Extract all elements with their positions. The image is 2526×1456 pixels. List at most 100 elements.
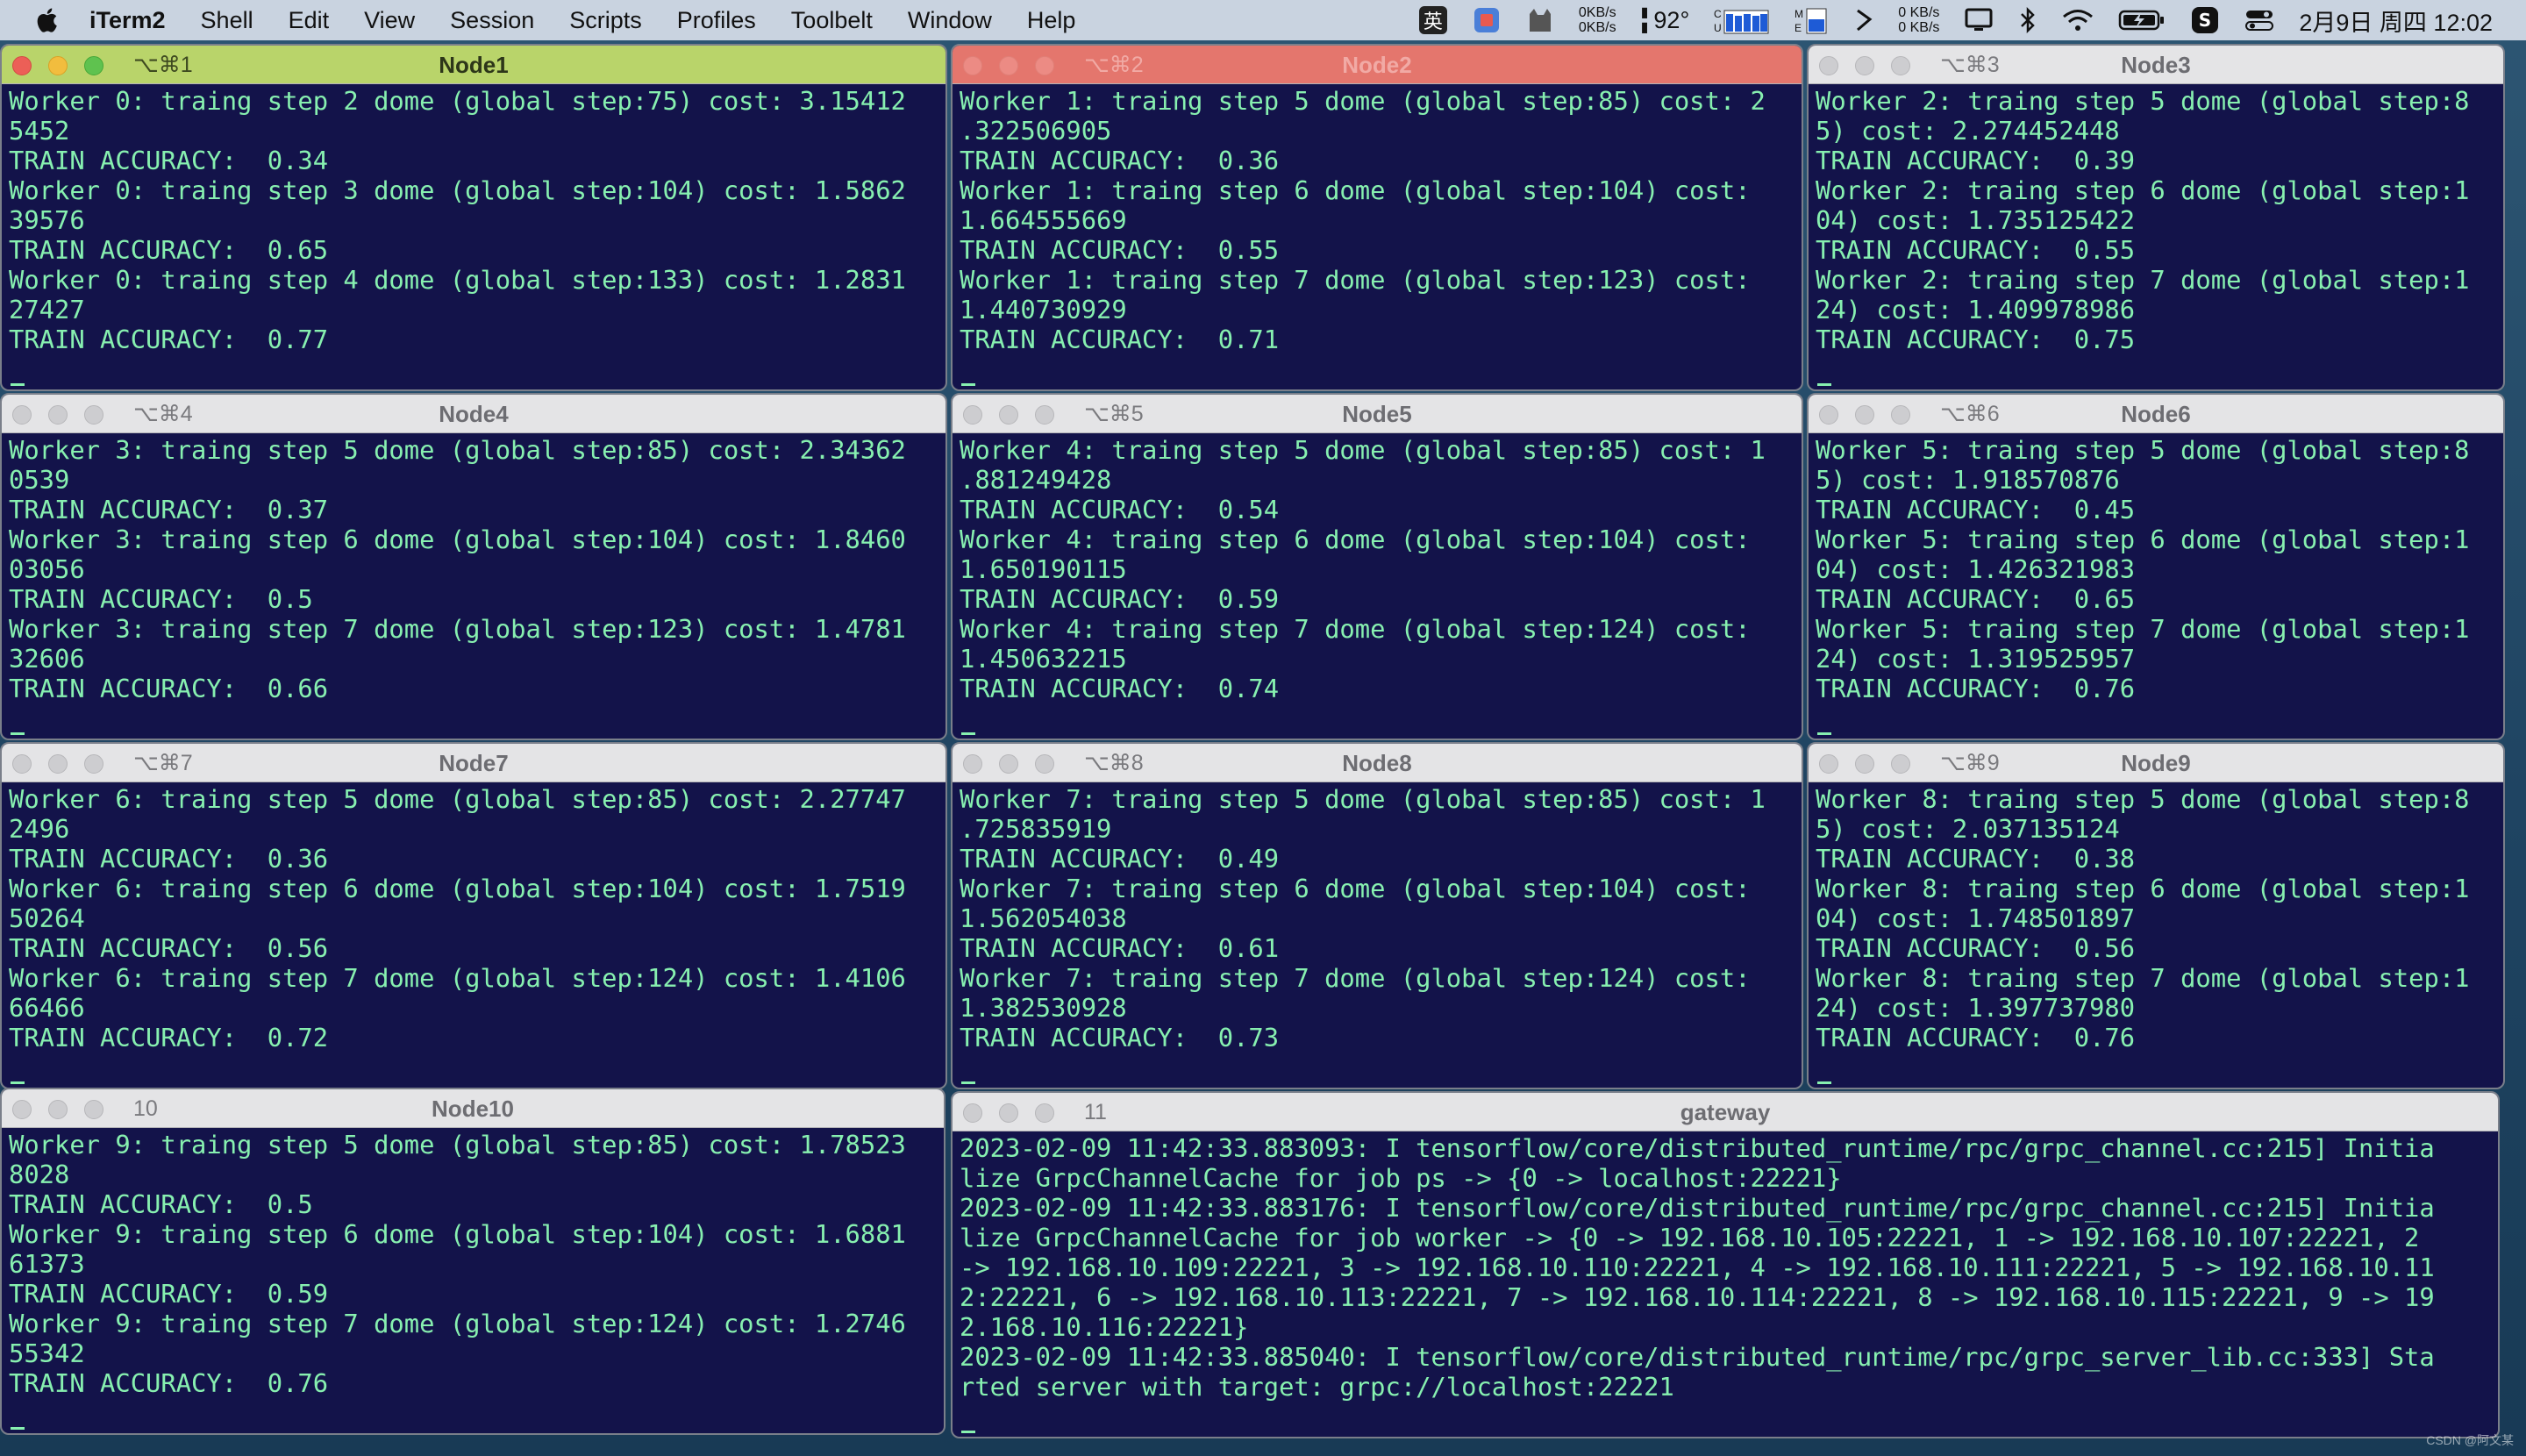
- menu-session[interactable]: Session: [450, 7, 534, 34]
- terminal-output[interactable]: 2023-02-09 11:42:33.883093: I tensorflow…: [953, 1131, 2498, 1402]
- pane-title: Node6: [2121, 401, 2191, 427]
- terminal-line: Worker 3: traing step 5 dome (global ste…: [9, 435, 906, 465]
- pane-title: Node2: [1342, 52, 1412, 78]
- cat-icon[interactable]: [1526, 0, 1554, 40]
- terminal-line: 24) cost: 1.409978986: [1816, 295, 2136, 325]
- pane-titlebar[interactable]: ⌥⌘3 Node3: [1809, 46, 2503, 84]
- cpu-graph-icon[interactable]: CU: [1714, 0, 1770, 40]
- network-speed-monitor[interactable]: 0KB/s 0KB/s: [1579, 0, 1616, 40]
- svg-text:M: M: [1795, 8, 1803, 20]
- terminal-output[interactable]: Worker 7: traing step 5 dome (global ste…: [953, 782, 1802, 1053]
- menu-view[interactable]: View: [364, 7, 415, 34]
- pane-titlebar[interactable]: ⌥⌘9 Node9: [1809, 744, 2503, 782]
- terminal-line: 0539: [9, 465, 70, 495]
- terminal-line: 5) cost: 2.037135124: [1816, 814, 2120, 844]
- terminal-pane-7[interactable]: ⌥⌘7 Node7 Worker 6: traing step 5 dome (gl…: [0, 742, 947, 1089]
- terminal-pane-8[interactable]: ⌥⌘8 Node8 Worker 7: traing step 5 dome (gl…: [951, 742, 1803, 1089]
- terminal-line: Worker 7: traing step 6 dome (global ste…: [960, 874, 1751, 903]
- terminal-pane-4[interactable]: ⌥⌘4 Node4 Worker 3: traing step 5 dome (gl…: [0, 393, 947, 740]
- pane-titlebar[interactable]: ⌥⌘2 Node2: [953, 46, 1802, 84]
- input-method-icon[interactable]: 英: [1418, 0, 1447, 40]
- terminal-line: 8028: [9, 1160, 70, 1189]
- terminal-line: 5) cost: 2.274452448: [1816, 116, 2120, 146]
- terminal-line: TRAIN ACCURACY: 0.39: [1816, 146, 2136, 175]
- pane-titlebar[interactable]: ⌥⌘5 Node5: [953, 395, 1802, 433]
- terminal-output[interactable]: Worker 4: traing step 5 dome (global ste…: [953, 433, 1802, 703]
- pane-titlebar[interactable]: ⌥⌘4 Node4: [2, 395, 945, 433]
- terminal-line: 2496: [9, 814, 70, 844]
- bluetooth-icon[interactable]: [2018, 0, 2037, 40]
- pane-titlebar[interactable]: 11 gateway: [953, 1093, 2498, 1131]
- terminal-pane-1[interactable]: ⌥⌘1 Node1 Worker 0: traing step 2 dome (gl…: [0, 44, 947, 391]
- terminal-pane-11[interactable]: 11 gateway 2023-02-09 11:42:33.883093: I t…: [951, 1091, 2500, 1438]
- terminal-line: Worker 6: traing step 7 dome (global ste…: [9, 963, 906, 993]
- terminal-output[interactable]: Worker 0: traing step 2 dome (global ste…: [2, 84, 945, 354]
- terminal-pane-9[interactable]: ⌥⌘9 Node9 Worker 8: traing step 5 dome (gl…: [1807, 742, 2505, 1089]
- terminal-cursor: [11, 1081, 25, 1084]
- terminal-line: TRAIN ACCURACY: 0.34: [9, 146, 329, 175]
- app-s-icon[interactable]: S: [2190, 0, 2220, 40]
- terminal-output[interactable]: Worker 8: traing step 5 dome (global ste…: [1809, 782, 2503, 1053]
- terminal-line: Worker 2: traing step 6 dome (global ste…: [1816, 175, 2470, 205]
- app-icon[interactable]: [1472, 0, 1502, 40]
- pane-title: Node4: [439, 401, 509, 427]
- terminal-line: TRAIN ACCURACY: 0.73: [960, 1023, 1280, 1053]
- terminal-pane-6[interactable]: ⌥⌘6 Node6 Worker 5: traing step 5 dome (gl…: [1807, 393, 2505, 740]
- menu-scripts[interactable]: Scripts: [569, 7, 642, 34]
- network-speed-monitor-2[interactable]: 0 KB/s 0 KB/s: [1898, 0, 1939, 40]
- display-icon[interactable]: [1964, 0, 1994, 40]
- terminal-line: rted server with target: grpc://localhos…: [960, 1372, 1674, 1402]
- terminal-line: TRAIN ACCURACY: 0.49: [960, 844, 1280, 874]
- wifi-icon[interactable]: [2062, 0, 2094, 40]
- menu-window[interactable]: Window: [908, 7, 992, 34]
- terminal-line: Worker 1: traing step 6 dome (global ste…: [960, 175, 1751, 205]
- terminal-pane-10[interactable]: 10 Node10 Worker 9: traing step 5 dome (gl…: [0, 1088, 945, 1435]
- pane-titlebar[interactable]: 10 Node10: [2, 1089, 944, 1128]
- terminal-pane-3[interactable]: ⌥⌘3 Node3 Worker 2: traing step 5 dome (gl…: [1807, 44, 2505, 391]
- menu-help[interactable]: Help: [1027, 7, 1076, 34]
- clock[interactable]: 2月9日 周四 12:02: [2299, 4, 2493, 38]
- terminal-line: Worker 4: traing step 6 dome (global ste…: [960, 525, 1751, 554]
- temperature-monitor[interactable]: ▮ ▮ 92°: [1641, 0, 1690, 40]
- terminal-cursor: [11, 732, 25, 735]
- terminal-line: 1.440730929: [960, 295, 1127, 325]
- battery-icon[interactable]: [2118, 0, 2166, 40]
- terminal-line: 1.664555669: [960, 205, 1127, 235]
- pane-titlebar[interactable]: ⌥⌘6 Node6: [1809, 395, 2503, 433]
- watermark: CSDN @阿文某: [2426, 1433, 2514, 1447]
- pane-titlebar[interactable]: ⌥⌘1 Node1: [2, 46, 945, 84]
- terminal-output[interactable]: Worker 6: traing step 5 dome (global ste…: [2, 782, 945, 1053]
- terminal-line: 5) cost: 1.918570876: [1816, 465, 2120, 495]
- terminal-output[interactable]: Worker 1: traing step 5 dome (global ste…: [953, 84, 1802, 354]
- terminal-line: 1.450632215: [960, 644, 1127, 674]
- terminal-line: lize GrpcChannelCache for job ps -> {0 -…: [960, 1163, 1842, 1193]
- menu-edit[interactable]: Edit: [289, 7, 330, 34]
- terminal-line: TRAIN ACCURACY: 0.65: [1816, 584, 2136, 614]
- control-center-icon[interactable]: [2244, 0, 2274, 40]
- menu-profiles[interactable]: Profiles: [677, 7, 756, 34]
- terminal-output[interactable]: Worker 2: traing step 5 dome (global ste…: [1809, 84, 2503, 354]
- pane-titlebar[interactable]: ⌥⌘8 Node8: [953, 744, 1802, 782]
- terminal-line: 2:22221, 6 -> 192.168.10.113:22221, 7 ->…: [960, 1282, 2435, 1312]
- terminal-line: TRAIN ACCURACY: 0.76: [1816, 674, 2136, 703]
- apple-menu-icon[interactable]: [33, 5, 63, 35]
- pane-titlebar[interactable]: ⌥⌘7 Node7: [2, 744, 945, 782]
- terminal-pane-5[interactable]: ⌥⌘5 Node5 Worker 4: traing step 5 dome (gl…: [951, 393, 1803, 740]
- menu-shell[interactable]: Shell: [201, 7, 253, 34]
- menu-toolbelt[interactable]: Toolbelt: [791, 7, 873, 34]
- memory-graph-icon[interactable]: ME: [1795, 0, 1830, 40]
- terminal-line: TRAIN ACCURACY: 0.5: [9, 584, 313, 614]
- terminal-line: TRAIN ACCURACY: 0.56: [9, 933, 329, 963]
- terminal-output[interactable]: Worker 5: traing step 5 dome (global ste…: [1809, 433, 2503, 703]
- terminal-line: 1.382530928: [960, 993, 1127, 1023]
- menu-app-name[interactable]: iTerm2: [89, 7, 166, 34]
- terminal-line: 55342: [9, 1338, 85, 1368]
- terminal-output[interactable]: Worker 9: traing step 5 dome (global ste…: [2, 1128, 944, 1398]
- refresh-icon[interactable]: [1854, 0, 1873, 40]
- terminal-line: Worker 7: traing step 7 dome (global ste…: [960, 963, 1751, 993]
- terminal-line: TRAIN ACCURACY: 0.59: [960, 584, 1280, 614]
- terminal-pane-2[interactable]: ⌥⌘2 Node2 Worker 1: traing step 5 dome (gl…: [951, 44, 1803, 391]
- terminal-output[interactable]: Worker 3: traing step 5 dome (global ste…: [2, 433, 945, 703]
- terminal-line: Worker 8: traing step 7 dome (global ste…: [1816, 963, 2470, 993]
- terminal-line: TRAIN ACCURACY: 0.77: [9, 325, 329, 354]
